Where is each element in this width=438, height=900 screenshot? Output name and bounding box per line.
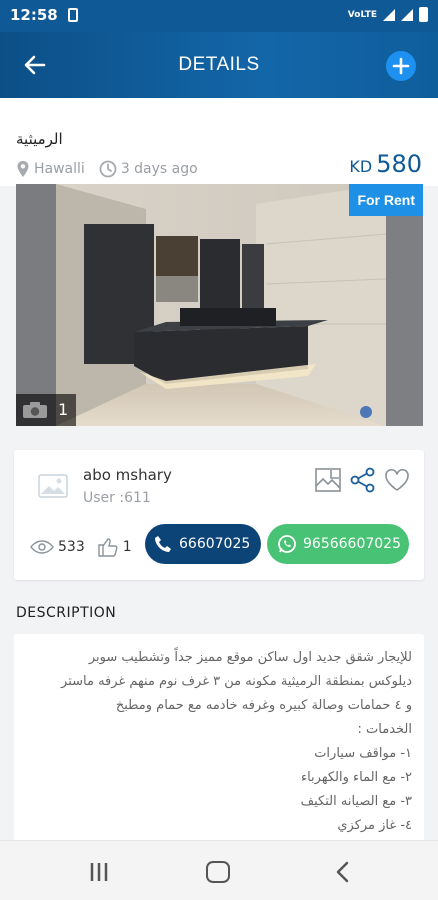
home-icon[interactable] [206,861,230,883]
signal-icon-2 [401,8,413,21]
call-button[interactable]: 66607025 [145,524,261,564]
owner-card: abo mshary User :611 533 1 66607025 9656… [14,450,424,580]
description-line: للإيجار شقق جديد اول ساكن موقع مميز جداً… [88,650,412,665]
description-line: ديلوكس بمنطقة الرميثية مكونه من ٣ غرف نو… [61,674,412,689]
phone-icon [155,536,171,552]
description-body: للإيجار شقق جديد اول ساكن موقع مميز جداً… [14,634,424,840]
page-title: DETAILS [178,54,260,75]
signal-icon [383,8,395,21]
gallery-icon[interactable] [314,466,342,494]
views-count: 533 [58,539,85,555]
app-bar: DETAILS [0,32,438,98]
owner-user-id: User :611 [83,490,151,506]
eye-icon [30,540,54,554]
listing-meta: Hawalli 3 days ago [16,160,198,178]
content-area[interactable]: الرميثية Hawalli 3 days ago KD 580 For R… [0,98,438,840]
volte-label: VoLTE [347,9,377,20]
likes-count: 1 [122,539,132,555]
owner-name: abo mshary [83,466,172,484]
avatar-placeholder-icon [38,474,68,498]
recents-icon[interactable] [88,861,110,887]
listing-photo[interactable]: For Rent 1 [16,184,423,426]
camera-icon [23,402,47,418]
posted-time: 3 days ago [120,161,198,177]
system-navigation-bar [0,840,438,900]
kitchen-photo [16,184,423,426]
add-icon[interactable] [386,51,416,81]
call-button-label: 66607025 [179,536,251,552]
price-currency: KD [349,157,373,176]
price: KD 580 [349,150,422,178]
photo-count-number: 1 [58,400,69,419]
share-icon[interactable] [349,466,377,494]
description-line: و ٤ حمامات وصالة كبيره وغرفه خادمه مع حم… [115,698,412,713]
clock-icon [99,160,117,178]
stats: 533 1 [30,536,132,558]
whatsapp-button-label: 96566607025 [303,536,401,552]
whatsapp-button[interactable]: 96566607025 [267,524,409,564]
price-amount: 580 [376,150,422,178]
status-bar: 12:58 VoLTE [0,0,438,32]
sim-icon [68,8,78,22]
description-line: ٢- مع الماء والكهرباء [300,770,412,785]
system-back-icon[interactable] [332,861,354,887]
location-text: Hawalli [34,161,85,177]
description-heading: DESCRIPTION [16,605,117,621]
for-rent-badge: For Rent [349,184,423,216]
description-line: ٤- غاز مركزي [337,818,412,833]
photo-count: 1 [16,394,76,426]
description-line: الخدمات : [357,722,412,737]
whatsapp-icon [278,535,296,553]
location-pin-icon [17,161,29,177]
status-icons: VoLTE [348,7,428,22]
description-line: ٣- مع الصيانه التكيف [300,794,412,809]
thumbs-up-icon[interactable] [97,536,119,558]
heart-icon[interactable] [383,466,411,494]
battery-icon [419,7,428,22]
listing-title: الرميثية [16,130,63,148]
status-time: 12:58 [10,6,58,24]
description-line: ١- مواقف سيارات [314,746,412,761]
